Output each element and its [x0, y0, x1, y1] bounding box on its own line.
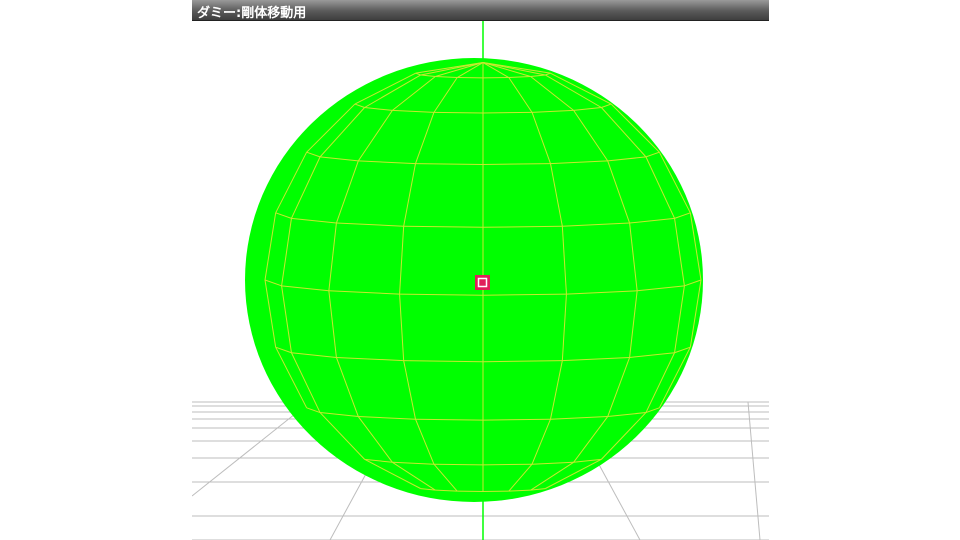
- grid-line: [747, 401, 761, 540]
- wireframe-edge: [482, 463, 533, 466]
- scene-canvas[interactable]: [192, 0, 769, 540]
- wireframe-edge: [482, 111, 533, 114]
- 3d-viewport[interactable]: ダミー:剛体移動用: [192, 0, 769, 540]
- viewport-title: ダミー:剛体移動用: [197, 6, 307, 21]
- sphere-mesh[interactable]: [245, 58, 703, 502]
- viewport-title-bar: ダミー:剛体移動用: [192, 0, 769, 21]
- wireframe-edge: [433, 463, 484, 466]
- selection-marker[interactable]: [475, 275, 490, 290]
- wireframe-edge: [433, 111, 484, 114]
